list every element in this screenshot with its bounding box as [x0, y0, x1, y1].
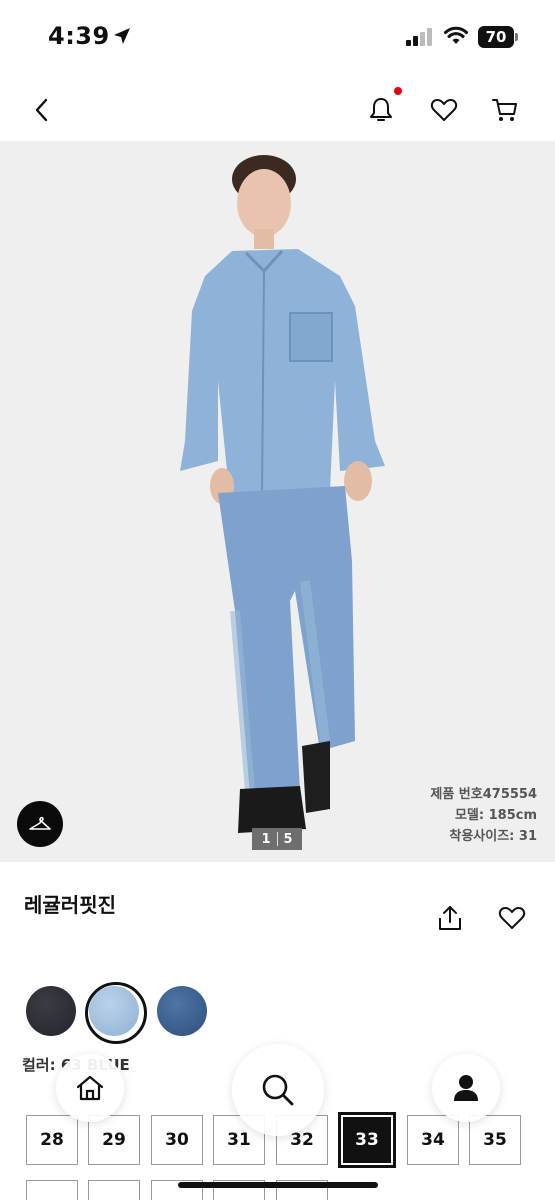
hanger-icon [29, 816, 51, 830]
size-option-selected[interactable]: 33 [338, 1112, 396, 1168]
size-option[interactable]: 35 [469, 1115, 521, 1165]
image-pager: 1 5 [252, 828, 302, 850]
fitting-button[interactable] [17, 801, 63, 847]
current-page: 1 [261, 831, 271, 847]
signal-icon [406, 28, 432, 46]
product-meta: 제품 번호475554 모델: 185cm 착용사이즈: 31 [430, 784, 537, 847]
color-swatch-blue-selected[interactable] [89, 986, 139, 1036]
status-bar: 4:39 70 [0, 0, 555, 72]
product-image-gallery[interactable]: 제품 번호475554 모델: 185cm 착용사이즈: 31 1 5 [0, 141, 555, 862]
notification-button[interactable] [361, 90, 401, 130]
share-button[interactable] [432, 900, 468, 936]
cart-icon [492, 99, 517, 121]
size-option[interactable]: 30 [151, 1115, 203, 1165]
cart-button[interactable] [485, 90, 525, 130]
heart-icon [430, 99, 458, 121]
size-option[interactable]: 28 [26, 1115, 78, 1165]
home-indicator [178, 1182, 378, 1188]
product-wishlist-button[interactable] [494, 900, 530, 936]
back-button[interactable] [22, 90, 62, 130]
battery-level: 70 [478, 26, 514, 48]
home-icon [76, 1075, 104, 1101]
share-icon [439, 906, 461, 930]
product-number: 제품 번호475554 [430, 787, 537, 802]
size-option[interactable]: 34 [407, 1115, 459, 1165]
my-account-button[interactable] [432, 1054, 500, 1122]
bell-icon [370, 98, 392, 121]
user-icon [454, 1075, 478, 1101]
product-photo [0, 141, 555, 862]
product-name: 레귤러핏진 [24, 893, 116, 917]
color-swatch-dark[interactable] [26, 986, 76, 1036]
app-header [0, 82, 555, 138]
chevron-left-icon [35, 98, 48, 122]
search-icon [262, 1074, 294, 1106]
battery-icon: 70 [478, 26, 518, 48]
model-height: 모델: 185cm [454, 808, 537, 823]
notification-dot [394, 87, 402, 95]
size-option-row2[interactable] [88, 1180, 140, 1200]
location-arrow-icon [114, 28, 130, 44]
size-option-row2[interactable] [26, 1180, 78, 1200]
total-pages: 5 [283, 831, 293, 847]
search-button[interactable] [232, 1044, 324, 1136]
heart-icon [498, 907, 526, 929]
status-time: 4:39 [48, 22, 110, 50]
size-option[interactable]: 29 [88, 1115, 140, 1165]
wifi-icon [444, 26, 468, 44]
color-swatch-navy[interactable] [157, 986, 207, 1036]
wishlist-button[interactable] [424, 90, 464, 130]
home-button[interactable] [56, 1054, 124, 1122]
model-size-worn: 착용사이즈: 31 [449, 829, 537, 844]
